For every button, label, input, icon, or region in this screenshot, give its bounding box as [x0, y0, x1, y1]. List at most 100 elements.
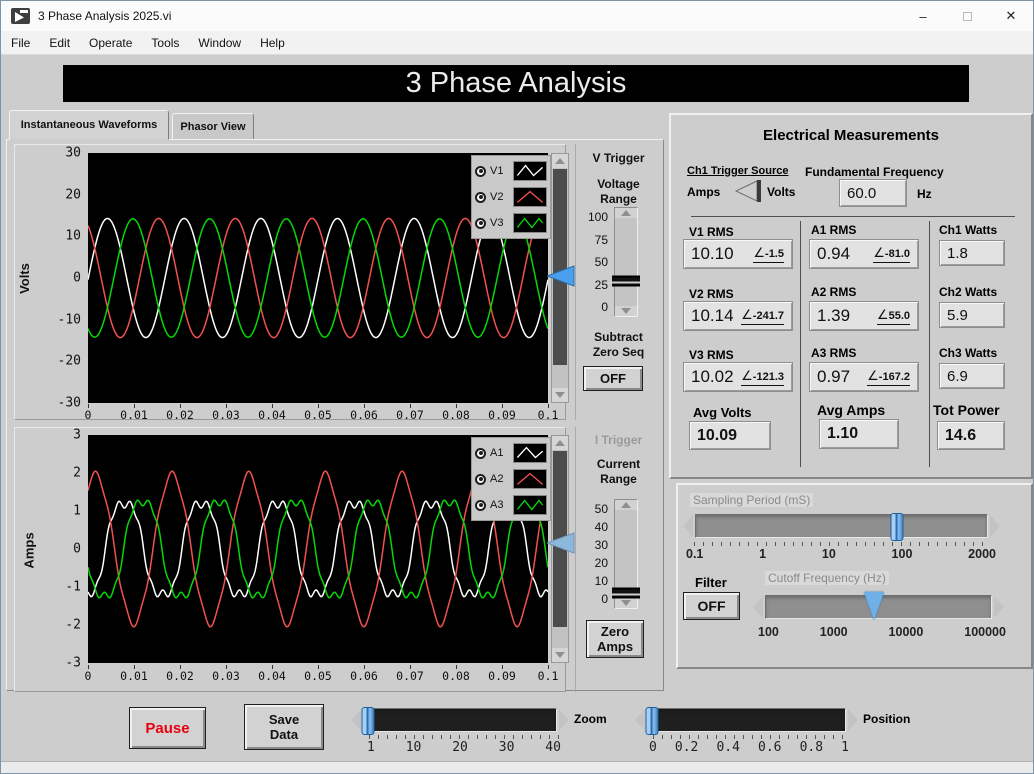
tab-phasor-view[interactable]: Phasor View	[172, 113, 254, 140]
slider-right-icon[interactable]	[990, 515, 1000, 537]
a3-rms-label: A3 RMS	[811, 346, 856, 360]
i-trigger-cursor-icon[interactable]	[547, 532, 575, 554]
legend-item-a1[interactable]: A1	[475, 440, 547, 466]
slider-left-icon[interactable]	[683, 515, 693, 537]
status-strip	[1, 761, 1033, 773]
scale-label: 20	[580, 557, 608, 569]
menu-item-tools[interactable]: Tools	[151, 36, 179, 50]
sampling-period-handle[interactable]	[890, 513, 903, 541]
slider-left-icon[interactable]	[753, 596, 763, 618]
menu-item-help[interactable]: Help	[260, 36, 285, 50]
slider-left-icon[interactable]	[351, 709, 361, 731]
x-tick-label: 0.1	[538, 669, 559, 683]
legend-line-sample	[513, 469, 547, 489]
x-tick-label: 0.09	[488, 408, 516, 422]
save-data-button[interactable]: SaveData	[244, 704, 324, 750]
position-slider-handle[interactable]	[645, 707, 658, 735]
legend-line-sample	[513, 161, 547, 181]
fundamental-frequency-display: 60.0	[839, 179, 907, 207]
y-tick-label: 3	[73, 428, 81, 443]
scroll-down-icon[interactable]	[552, 648, 568, 662]
current-range-handle[interactable]	[612, 587, 640, 598]
tab-instantaneous-waveforms[interactable]: Instantaneous Waveforms	[9, 110, 169, 140]
divider	[691, 216, 1015, 217]
y-tick-label: 10	[65, 229, 81, 244]
voltage-y-axis-label: Volts	[17, 263, 32, 294]
minimize-button[interactable]: –	[901, 1, 945, 31]
slider-right-icon[interactable]	[994, 596, 1004, 618]
scale-label: 1	[367, 740, 375, 755]
y-tick-label: -3	[65, 656, 81, 671]
menu-item-window[interactable]: Window	[198, 36, 241, 50]
v-trigger-cursor-icon[interactable]	[547, 265, 575, 287]
cutoff-frequency-track[interactable]	[765, 595, 992, 619]
current-range-scale: 50403020100	[580, 503, 608, 605]
current-y-ticks: 3210-1-2-3	[49, 435, 83, 663]
divider	[800, 221, 801, 467]
slider-left-icon[interactable]	[635, 709, 645, 731]
scale-label: 25	[580, 279, 608, 291]
scale-label: 1	[759, 547, 766, 561]
filter-button[interactable]: OFF	[683, 592, 740, 620]
subtract-zero-seq-button[interactable]: OFF	[583, 366, 643, 391]
zoom-slider-handle[interactable]	[361, 707, 374, 735]
close-button[interactable]: ✕	[989, 1, 1033, 31]
current-range-track[interactable]	[614, 499, 638, 609]
legend-item-v3[interactable]: V3	[475, 210, 547, 236]
ch2-watts-display: 5.9	[939, 302, 1005, 328]
scale-label: 0.1	[686, 547, 703, 561]
zero-amps-button[interactable]: ZeroAmps	[586, 620, 644, 658]
scale-label: 100	[758, 625, 779, 639]
zoom-slider-track[interactable]	[363, 708, 557, 732]
slider-right-icon[interactable]	[559, 709, 569, 731]
window-controls: – ✕	[901, 1, 1033, 31]
x-tick-label: 0.06	[350, 408, 378, 422]
slider-up-icon[interactable]	[615, 208, 637, 218]
y-tick-label: 2	[73, 466, 81, 481]
scroll-up-icon[interactable]	[552, 154, 568, 168]
scale-label: 10	[822, 547, 836, 561]
legend-item-a2[interactable]: A2	[475, 466, 547, 492]
scale-label: 0.4	[716, 740, 739, 755]
slider-right-icon[interactable]	[848, 709, 858, 731]
trigger-source-switch[interactable]	[733, 179, 763, 203]
voltage-range-scale: 1007550250	[580, 211, 608, 313]
scale-label: 40	[580, 521, 608, 533]
y-tick-label: 0	[73, 271, 81, 286]
legend-line-sample	[513, 495, 547, 515]
slider-down-icon[interactable]	[615, 598, 637, 608]
menu-item-file[interactable]: File	[11, 36, 30, 50]
scale-label: 0.8	[800, 740, 823, 755]
cutoff-frequency-handle[interactable]	[864, 592, 884, 620]
x-tick-label: 0.05	[304, 669, 332, 683]
slider-down-icon[interactable]	[615, 306, 637, 316]
voltage-range-handle[interactable]	[612, 276, 640, 287]
legend-item-v2[interactable]: V2	[475, 184, 547, 210]
legend-radio-icon	[475, 448, 486, 459]
legend-item-v1[interactable]: V1	[475, 158, 547, 184]
x-tick-label: 0.02	[166, 669, 194, 683]
sampling-period-track[interactable]	[695, 514, 988, 538]
v2-rms-label: V2 RMS	[689, 287, 734, 301]
maximize-button[interactable]	[945, 1, 989, 31]
voltage-range-track[interactable]	[614, 207, 638, 317]
scroll-down-icon[interactable]	[552, 388, 568, 402]
legend-item-a3[interactable]: A3	[475, 492, 547, 518]
scale-label: 40	[545, 740, 561, 755]
sampling-tick-marks	[694, 542, 990, 546]
menu-item-edit[interactable]: Edit	[49, 36, 70, 50]
scroll-up-icon[interactable]	[552, 436, 568, 450]
menu-bar: File Edit Operate Tools Window Help	[1, 31, 1033, 55]
slider-up-icon[interactable]	[615, 500, 637, 510]
v3-rms-display: 10.02 ∠-121.3	[683, 362, 793, 392]
trigger-source-volts-label: Volts	[767, 185, 795, 199]
legend-label: A3	[490, 499, 508, 511]
pause-button[interactable]: Pause	[129, 707, 206, 749]
scale-label: 75	[580, 234, 608, 246]
window-title: 3 Phase Analysis 2025.vi	[38, 9, 171, 23]
position-slider-track[interactable]	[647, 708, 846, 732]
menu-item-operate[interactable]: Operate	[89, 36, 132, 50]
legend-radio-icon	[475, 192, 486, 203]
legend-label: V2	[490, 191, 508, 203]
y-tick-label: -10	[58, 312, 81, 327]
